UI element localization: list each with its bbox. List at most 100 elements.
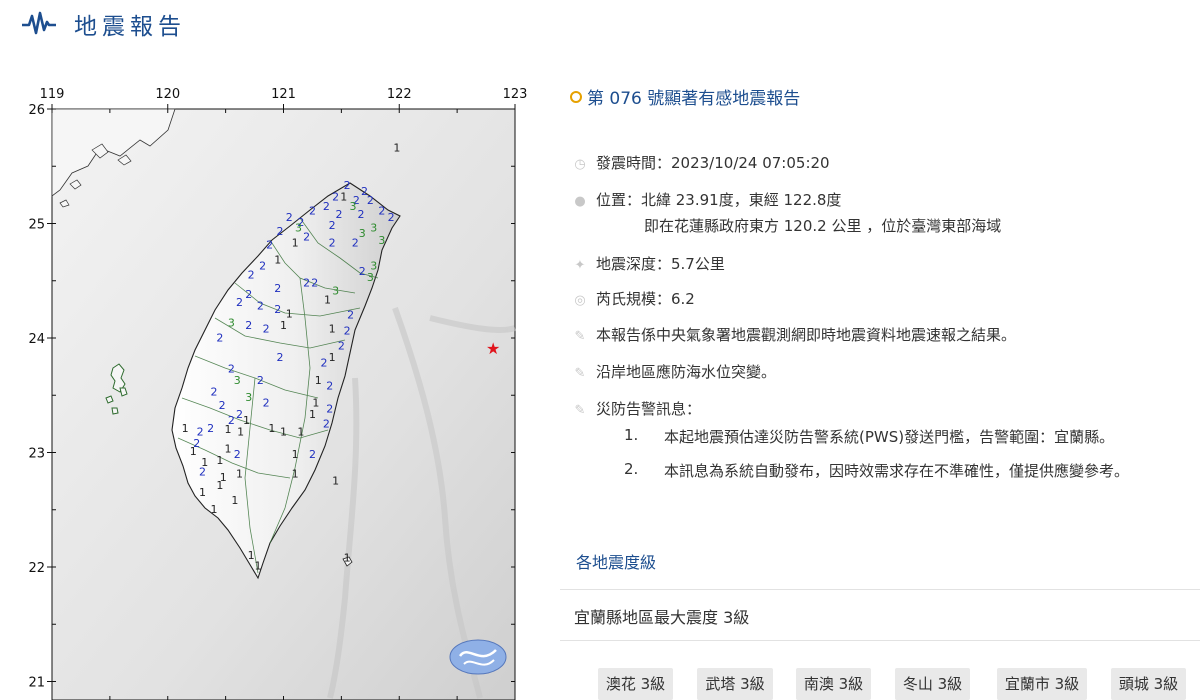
location-detail: 即在花蓮縣政府東方 120.2 公里 ，位於臺灣東部海域 (644, 217, 1002, 235)
station-intensity-mark: 2 (323, 200, 330, 213)
page-title: 地震報告 (74, 14, 186, 40)
station-intensity-mark: 2 (329, 219, 336, 232)
station-chip[interactable]: 南澳 3級 (796, 668, 871, 700)
station-intensity-mark: 2 (199, 465, 206, 478)
station-intensity-mark: 1 (268, 422, 275, 435)
station-intensity-mark: 2 (236, 408, 243, 421)
station-intensity-mark: 1 (236, 468, 243, 481)
station-intensity-mark: 2 (367, 194, 374, 207)
station-intensity-mark: 2 (303, 231, 310, 244)
station-intensity-mark: 3 (332, 284, 339, 297)
station-intensity-mark: 2 (245, 319, 252, 332)
longitude-label: 122 (387, 87, 412, 102)
report-title: 第 076 號顯著有感地震報告 (570, 84, 800, 109)
station-intensity-mark: 1 (255, 559, 262, 572)
station-intensity-mark: 2 (332, 191, 339, 204)
latitude-label: 22 (28, 561, 45, 576)
station-intensity-mark: 1 (216, 454, 223, 467)
station-intensity-mark: 2 (274, 282, 281, 295)
station-intensity-mark: 2 (257, 299, 264, 312)
station-intensity-mark: 3 (295, 222, 302, 235)
station-intensity-mark: 1 (292, 236, 299, 249)
pencil-note-icon: ✎ (574, 403, 586, 418)
station-intensity-mark: 2 (311, 276, 318, 289)
magnitude-icon: ◎ (574, 293, 586, 308)
latitude-label: 24 (28, 332, 45, 347)
focal-depth: ✦ 地震深度：5.7公里 (570, 253, 725, 274)
station-intensity-mark: 2 (303, 276, 310, 289)
station-intensity-mark: 1 (344, 551, 351, 564)
pws-label: ✎ 災防告警訊息： (570, 398, 701, 419)
station-intensity-mark: 3 (359, 227, 366, 240)
station-intensity-mark: 1 (280, 319, 287, 332)
station-intensity-mark: 1 (211, 503, 218, 516)
station-intensity-mark: 1 (224, 443, 231, 456)
station-intensity-mark: 1 (248, 549, 255, 562)
longitude-label: 120 (155, 87, 180, 102)
location-pin-icon: ● (574, 194, 586, 209)
station-intensity-mark: 1 (190, 445, 197, 458)
station-intensity-mark: 2 (336, 208, 343, 221)
station-intensity-mark: 2 (344, 325, 351, 338)
station-intensity-mark: 2 (274, 303, 281, 316)
station-intensity-mark: 1 (393, 141, 400, 154)
magnitude: ◎ 芮氏規模：6.2 (570, 288, 695, 309)
station-intensity-mark: 3 (228, 317, 235, 330)
origin-time: ◷ 發震時間：2023/10/24 07:05:20 (570, 152, 829, 173)
station-intensity-mark: 2 (259, 259, 266, 272)
station-intensity-mark: 2 (323, 417, 330, 430)
latitude-label: 26 (28, 103, 45, 118)
pencil-note-icon: ✎ (574, 329, 586, 344)
station-chip[interactable]: 宜蘭市 3級 (997, 668, 1087, 700)
clock-icon: ◷ (574, 157, 586, 172)
station-intensity-mark: 1 (182, 422, 189, 435)
station-intensity-mark: 2 (338, 339, 345, 352)
location: ● 位置：北緯 23.91度，東經 122.8度 (570, 189, 841, 210)
station-intensity-mark: 2 (216, 331, 223, 344)
station-intensity-mark: 2 (321, 357, 328, 370)
station-intensity-mark: 2 (352, 236, 359, 249)
station-intensity-mark: 1 (224, 423, 231, 436)
epicenter-star-icon[interactable]: ★ (486, 339, 500, 358)
max-intensity-label: 宜蘭縣地區最大震度 3級 (574, 608, 750, 627)
station-chip[interactable]: 武塔 3級 (697, 668, 773, 700)
intensity-map[interactable]: 119 120 121 122 123 26 25 24 23 22 21 12222123222… (0, 78, 540, 700)
station-intensity-mark: 1 (329, 322, 336, 335)
station-intensity-mark: 3 (378, 234, 385, 247)
station-intensity-mark: 2 (388, 211, 395, 224)
station-intensity-mark: 2 (219, 399, 226, 412)
station-chip[interactable]: 頭城 3級 (1111, 668, 1186, 700)
station-intensity-mark: 1 (280, 425, 287, 438)
station-intensity-mark: 2 (309, 204, 316, 217)
station-chip[interactable]: 澳花 3級 (598, 668, 673, 700)
station-intensity-mark: 1 (340, 191, 347, 204)
divider (560, 640, 1200, 641)
station-intensity-mark: 1 (315, 374, 322, 387)
divider (560, 589, 1200, 590)
latitude-label: 23 (28, 447, 45, 462)
station-intensity-mark: 2 (248, 268, 255, 281)
intensity-section-label[interactable]: 各地震度級 (576, 549, 656, 573)
station-intensity-mark: 1 (199, 486, 206, 499)
station-chip[interactable]: 冬山 3級 (895, 668, 970, 700)
station-intensity-mark: 3 (234, 374, 241, 387)
station-intensity-mark: 2 (277, 351, 284, 364)
station-intensity-mark: 1 (309, 408, 316, 421)
station-intensity-mark: 2 (234, 448, 241, 461)
station-intensity-mark: 2 (286, 211, 293, 224)
station-intensity-mark: 3 (367, 271, 374, 284)
station-intensity-mark: 1 (231, 494, 238, 507)
station-intensity-mark: 1 (332, 475, 339, 488)
station-intensity-mark: 2 (263, 397, 270, 410)
report-note: ✎ 本報告係中央氣象署地震觀測網即時地震資料地震速報之結果。 (570, 324, 1016, 345)
station-intensity-mark: 2 (378, 204, 385, 217)
station-intensity-mark: 1 (292, 448, 299, 461)
station-intensity-mark: 1 (292, 468, 299, 481)
seismograph-wave-icon (22, 11, 56, 35)
longitude-label: 121 (271, 87, 296, 102)
station-intensity-mark: 1 (237, 425, 244, 438)
station-intensity-mark: 2 (347, 309, 354, 322)
station-intensity-mark: 1 (329, 351, 336, 364)
station-intensity-mark: 1 (216, 479, 223, 492)
station-intensity-mark: 2 (207, 422, 214, 435)
